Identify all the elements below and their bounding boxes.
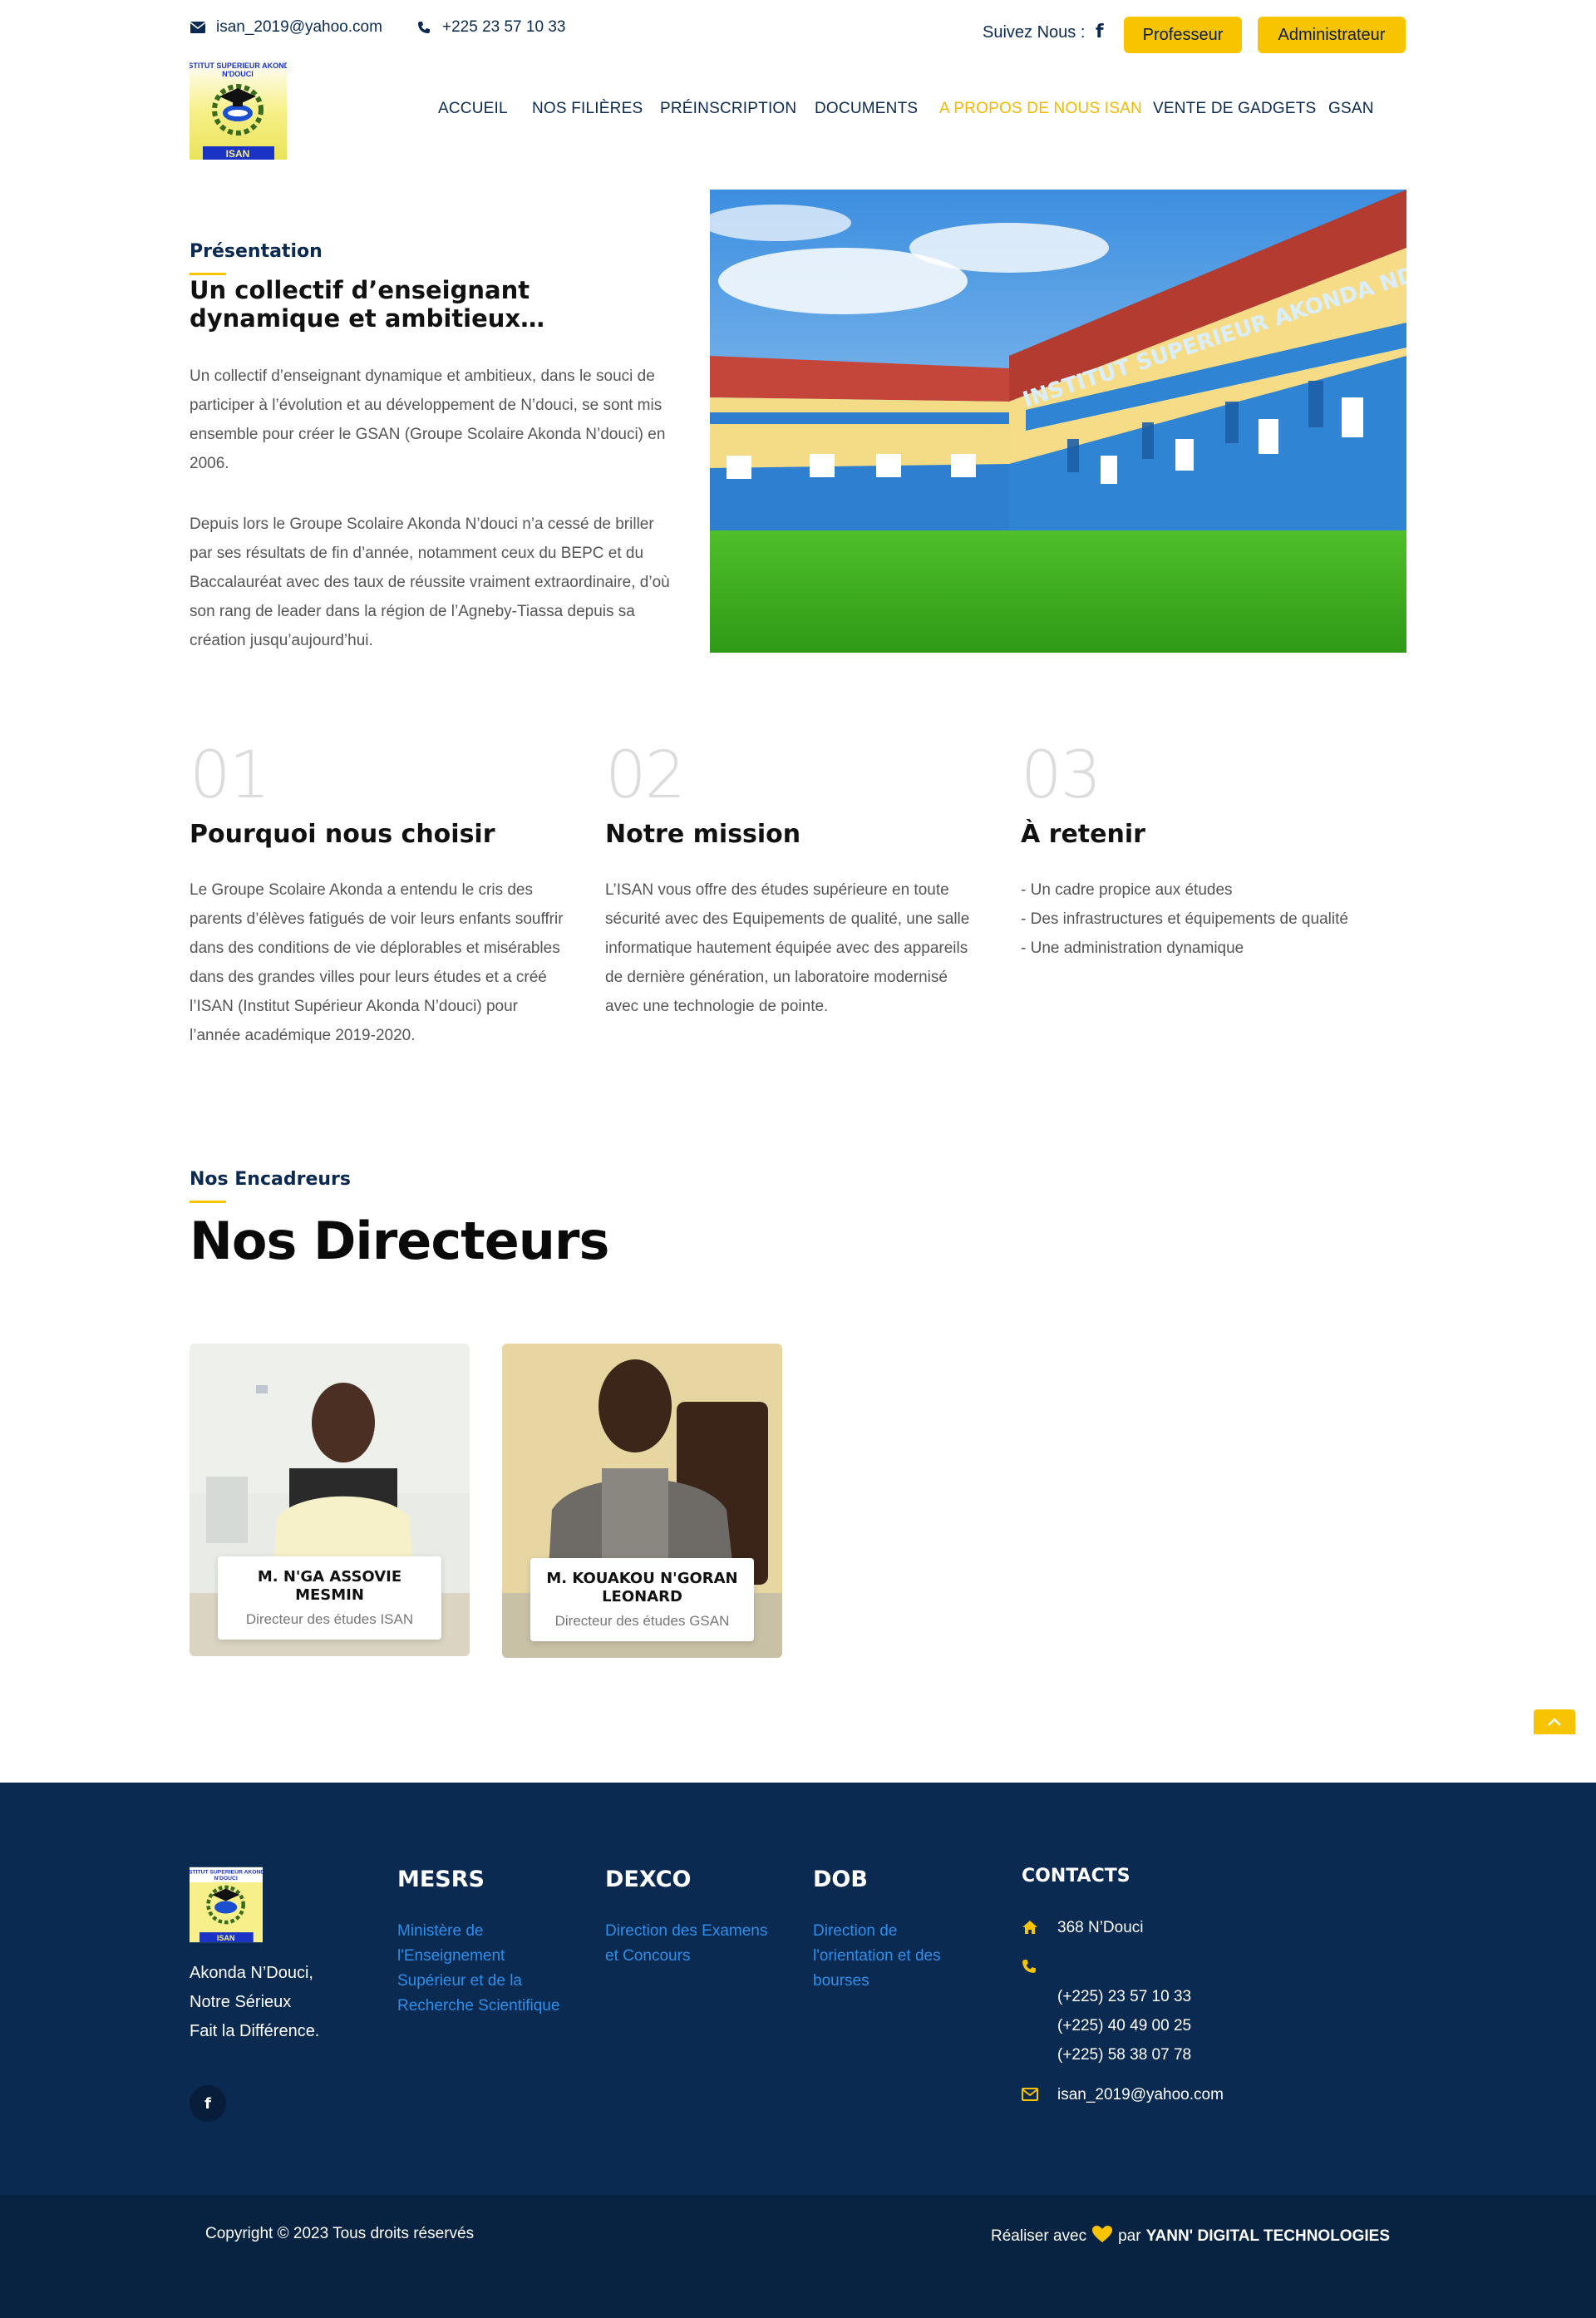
director-card[interactable]: M. N'GA ASSOVIE MESMIN Directeur des étu… [190,1344,470,1656]
director-name: M. N'GA ASSOVIE MESMIN [257,1568,402,1604]
footer-facebook-icon[interactable]: f [190,2085,226,2122]
nav-item-documents[interactable]: DOCUMENTS [815,100,918,118]
logo-line2: N'DOUCI [222,70,254,78]
topbar-email-text: isan_2019@yahoo.com [216,18,382,36]
footer-heading-dob: DOB [813,1867,868,1892]
facebook-icon[interactable]: f [1096,22,1104,42]
phone-icon [416,19,432,36]
credit-line: Réaliser avec par YANN' DIGITAL TECHNOLO… [991,2225,1390,2248]
nav-item-a-propos[interactable]: A PROPOS DE NOUS ISAN [939,100,1142,118]
director-label: M. N'GA ASSOVIE MESMIN Directeur des étu… [218,1556,441,1640]
professeur-button[interactable]: Professeur [1124,17,1242,53]
envelope-icon [1022,2088,1040,2105]
footer-phone[interactable]: (+225) 40 49 00 25 [1057,2011,1191,2040]
credit-company[interactable]: YANN' DIGITAL TECHNOLOGIES [1146,2227,1390,2246]
director-card[interactable]: M. KOUAKOU N'GORAN LEONARD Directeur des… [502,1344,782,1658]
directors-eyebrow: Nos Encadreurs [190,1169,351,1190]
presentation-paragraph-1: Un collectif d’enseignant dynamique et a… [190,367,666,472]
logo-line1: INSTITUT SUPERIEUR AKONDA [190,1869,263,1875]
footer-link-mesrs[interactable]: Ministère de l'Enseignement Supérieur et… [397,1919,576,2019]
feature-2-text: L’ISAN vous offre des études supérieure … [605,881,970,1015]
footer-link-dob[interactable]: Direction de l'orientation et des bourse… [813,1919,971,1994]
eyebrow-underline [190,1201,226,1203]
phone-icon [1022,1959,1040,1978]
footer-phone[interactable]: (+225) 23 57 10 33 [1057,1982,1191,2011]
presentation-paragraph-2: Depuis lors le Groupe Scolaire Akonda N’… [190,515,670,649]
top-bar: isan_2019@yahoo.com +225 23 57 10 33 Sui… [0,0,1596,60]
feature-3-list: - Un cadre propice aux études - Des infr… [1021,875,1395,963]
director-name: M. KOUAKOU N'GORAN LEONARD [546,1570,738,1605]
main-nav: ACCUEIL NOS FILIÈRES PRÉINSCRIPTION DOCU… [0,100,1596,125]
footer-email[interactable]: isan_2019@yahoo.com [1057,2080,1224,2109]
feature-3-item: - Un cadre propice aux études [1021,881,1233,899]
footer-phone[interactable]: (+225) 58 38 07 78 [1057,2040,1191,2069]
copyright-text: Copyright © 2023 Tous droits réservés [205,2225,475,2242]
credit-prefix: Réaliser avec [991,2227,1087,2245]
footer-address: 368 N’Douci [1057,1919,1144,1936]
director-role: Directeur des études GSAN [554,1613,730,1629]
administrateur-button[interactable]: Administrateur [1258,17,1406,53]
home-icon [1022,1920,1040,1939]
feature-3-number: 03 [1021,738,1101,813]
logo-line2: N'DOUCI [214,1876,238,1882]
nav-item-preinscription[interactable]: PRÉINSCRIPTION [660,100,796,118]
feature-2-number: 02 [605,738,686,813]
topbar-phone-text: +225 23 57 10 33 [442,18,566,36]
chevron-up-icon [1547,1714,1562,1731]
feature-1-text: Le Groupe Scolaire Akonda a entendu le c… [190,881,564,1044]
logo-line1: INSTITUT SUPERIEUR AKONDA [190,62,287,70]
presentation-eyebrow: Présentation [190,241,323,262]
footer-contacts-heading: CONTACTS [1022,1866,1130,1886]
feature-2-title: Notre mission [605,820,801,849]
footer-heading-mesrs: MESRS [397,1867,485,1892]
presentation-title: Un collectif d’enseignant dynamique et a… [190,276,545,333]
envelope-icon [190,19,206,36]
topbar-email[interactable]: isan_2019@yahoo.com [190,18,382,37]
heart-icon [1091,2225,1113,2248]
footer-link-dexco[interactable]: Direction des Examens et Concours [605,1919,784,1969]
director-role: Directeur des études ISAN [245,1611,414,1627]
feature-3-item: - Des infrastructures et équipements de … [1021,910,1348,928]
feature-3-item: - Une administration dynamique [1021,940,1244,957]
directors-title: Nos Directeurs [190,1211,609,1271]
footer-bottom-bar [0,2195,1596,2318]
logo-line3: ISAN [217,1934,235,1942]
school-building-photo: INSTITUT SUPERIEUR AKONDA NDOUCI [710,190,1406,653]
nav-item-gsan[interactable]: GSAN [1328,100,1374,118]
eyebrow-underline [190,273,226,275]
footer-tagline: Akonda N’Douci, Notre Sérieux Fait la Di… [190,1964,320,2040]
credit-mid: par [1118,2227,1141,2245]
scroll-to-top-button[interactable] [1534,1709,1575,1734]
feature-3-title: À retenir [1021,820,1145,849]
footer-logo[interactable]: INSTITUT SUPERIEUR AKONDA N'DOUCI ISAN [183,1866,268,1944]
director-label: M. KOUAKOU N'GORAN LEONARD Directeur des… [530,1558,754,1641]
nav-item-accueil[interactable]: ACCUEIL [438,100,508,118]
nav-item-nos-filieres[interactable]: NOS FILIÈRES [532,100,643,118]
feature-1-title: Pourquoi nous choisir [190,820,495,849]
feature-1-number: 01 [190,738,270,813]
topbar-phone[interactable]: +225 23 57 10 33 [416,18,565,37]
follow-label: Suivez Nous : [983,23,1086,42]
logo-line3: ISAN [226,148,250,160]
nav-item-vente-gadgets[interactable]: VENTE DE GADGETS [1153,100,1316,118]
footer-heading-dexco: DEXCO [605,1867,692,1892]
